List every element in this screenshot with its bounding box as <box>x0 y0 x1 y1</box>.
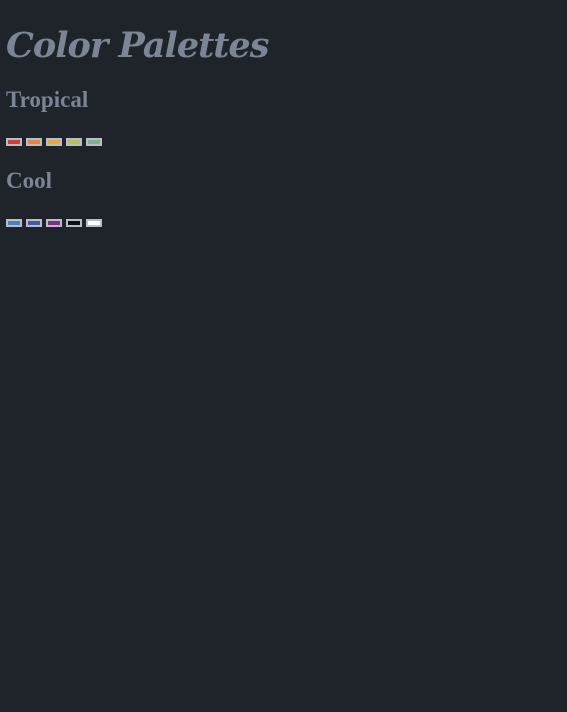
page: Color Palettes Tropical Cool <box>0 0 567 227</box>
color-swatch[interactable] <box>86 219 102 227</box>
swatch-row <box>6 219 561 227</box>
palette-title: Tropical <box>6 87 89 112</box>
app-title: Color Palettes <box>6 25 269 66</box>
color-swatch[interactable] <box>66 219 82 227</box>
color-swatch[interactable] <box>66 138 82 146</box>
palette-cool: Cool <box>6 167 561 227</box>
color-swatch[interactable] <box>26 138 42 146</box>
color-swatch[interactable] <box>26 219 42 227</box>
palette-title: Cool <box>6 168 52 193</box>
palette-tropical: Tropical <box>6 86 561 146</box>
color-swatch[interactable] <box>46 219 62 227</box>
color-swatch[interactable] <box>86 138 102 146</box>
color-swatch[interactable] <box>6 219 22 227</box>
swatch-row <box>6 138 561 146</box>
color-swatch[interactable] <box>46 138 62 146</box>
color-swatch[interactable] <box>6 138 22 146</box>
